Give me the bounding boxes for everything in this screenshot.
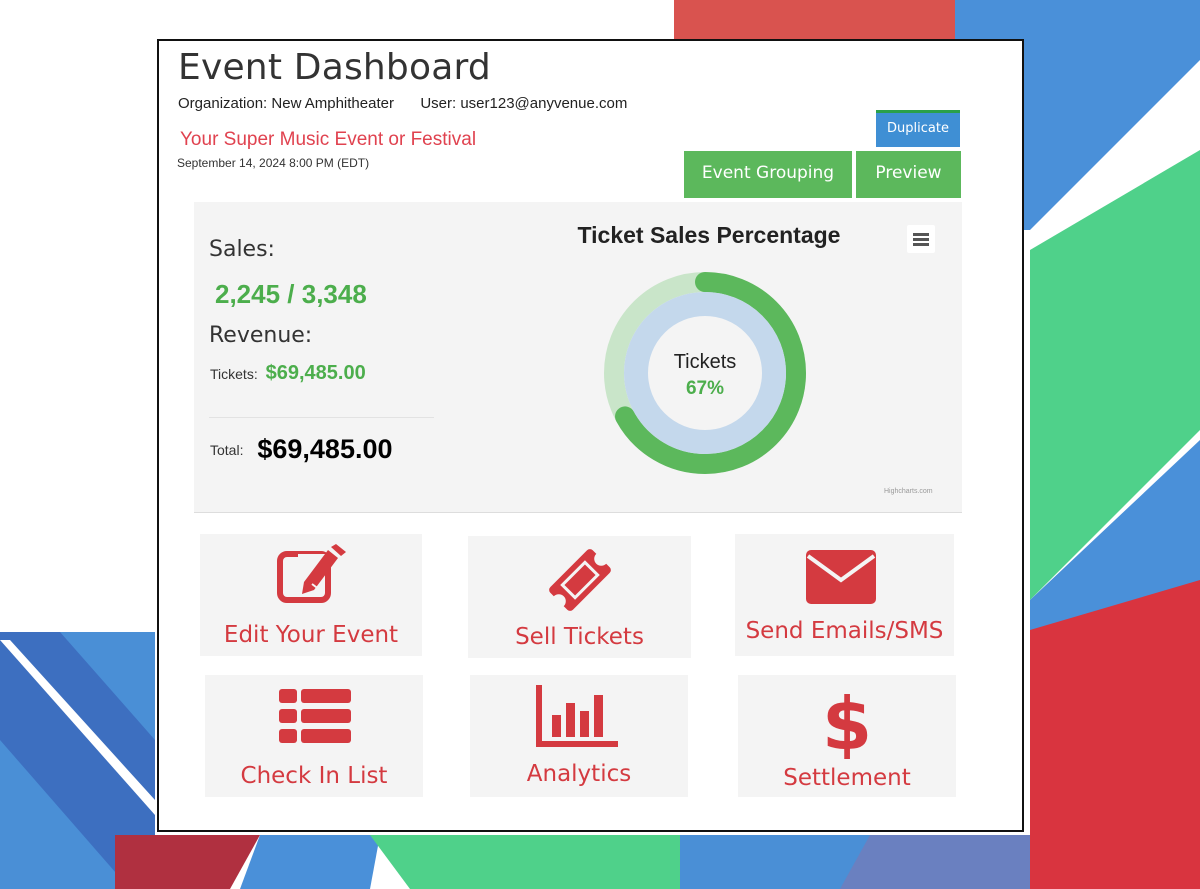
chart-credit: Highcharts.com bbox=[884, 488, 933, 495]
event-datetime: September 14, 2024 8:00 PM (EDT) bbox=[177, 156, 370, 170]
dashboard-card: Event Dashboard Organization: New Amphit… bbox=[157, 39, 1024, 832]
check-in-list-tile[interactable]: Check In List bbox=[205, 675, 423, 797]
dollar-icon: $ bbox=[824, 683, 870, 759]
edit-event-label: Edit Your Event bbox=[223, 622, 399, 648]
send-emails-tile[interactable]: Send Emails/SMS bbox=[735, 534, 954, 656]
sell-tickets-tile[interactable]: Sell Tickets bbox=[468, 536, 691, 658]
organization-label: Organization: bbox=[178, 95, 268, 112]
total-label: Total: bbox=[210, 442, 244, 458]
ticket-icon bbox=[549, 549, 611, 611]
sales-label: Sales: bbox=[209, 237, 275, 262]
ticket-sales-donut-chart: Tickets 67% bbox=[604, 272, 806, 474]
send-emails-label: Send Emails/SMS bbox=[745, 618, 944, 644]
account-info: Organization: New Amphitheater User: use… bbox=[178, 95, 627, 112]
edit-event-tile[interactable]: Edit Your Event bbox=[200, 534, 422, 656]
sales-value: 2,245 / 3,348 bbox=[215, 279, 367, 309]
user-label: User: bbox=[420, 95, 457, 112]
chart-menu-button[interactable] bbox=[907, 225, 935, 253]
settlement-label: Settlement bbox=[783, 765, 911, 791]
divider bbox=[209, 417, 434, 418]
list-icon bbox=[279, 689, 351, 743]
bar-chart-icon bbox=[536, 685, 618, 747]
donut-center-value: 67% bbox=[686, 378, 724, 399]
user-value: user123@anyvenue.com bbox=[460, 95, 628, 112]
total-row: Total: $69,485.00 bbox=[210, 434, 393, 465]
total-value: $69,485.00 bbox=[257, 434, 393, 464]
preview-button[interactable]: Preview bbox=[856, 151, 961, 198]
tickets-revenue-row: Tickets: $69,485.00 bbox=[210, 362, 366, 385]
analytics-label: Analytics bbox=[526, 761, 632, 787]
check-in-list-label: Check In List bbox=[240, 763, 388, 789]
event-grouping-button[interactable]: Event Grouping bbox=[684, 151, 852, 198]
analytics-tile[interactable]: Analytics bbox=[470, 675, 688, 797]
donut-center bbox=[649, 317, 761, 429]
tickets-revenue-value: $69,485.00 bbox=[265, 362, 366, 384]
hamburger-icon bbox=[913, 233, 929, 236]
page-title: Event Dashboard bbox=[178, 47, 491, 88]
hamburger-icon-bar bbox=[913, 243, 929, 246]
chart-title: Ticket Sales Percentage bbox=[577, 222, 841, 248]
svg-text:$: $ bbox=[824, 683, 870, 759]
donut-center-label: Tickets bbox=[674, 351, 737, 373]
edit-icon bbox=[277, 544, 346, 603]
event-name: Your Super Music Event or Festival bbox=[180, 129, 477, 150]
envelope-icon bbox=[806, 550, 876, 604]
tickets-revenue-label: Tickets: bbox=[210, 366, 258, 382]
sell-tickets-label: Sell Tickets bbox=[515, 624, 644, 650]
duplicate-button[interactable]: Duplicate bbox=[876, 110, 960, 147]
hamburger-icon-bar bbox=[913, 238, 929, 241]
sales-summary-panel: Sales: 2,245 / 3,348 Revenue: Tickets: $… bbox=[194, 202, 962, 513]
organization-value: New Amphitheater bbox=[271, 95, 394, 112]
settlement-tile[interactable]: $ Settlement bbox=[738, 675, 956, 797]
revenue-label: Revenue: bbox=[209, 323, 313, 348]
